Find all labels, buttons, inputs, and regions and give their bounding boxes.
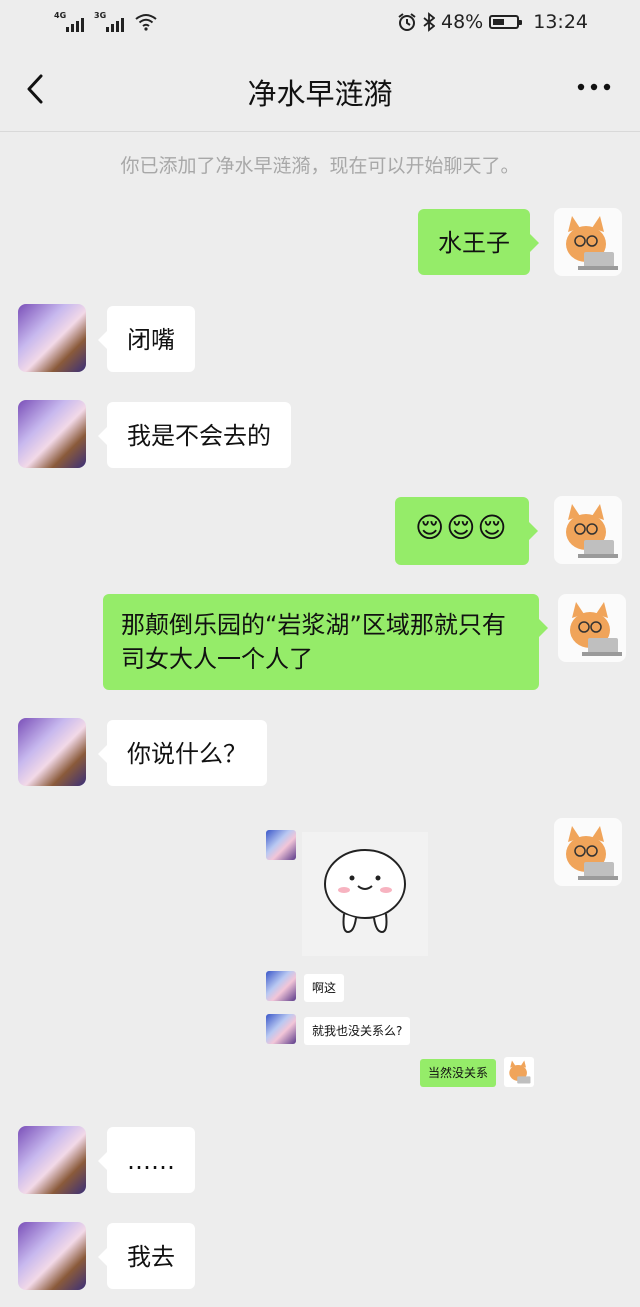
message-bubble-out[interactable]: 😌😌😌 bbox=[395, 497, 538, 565]
message-bubble-out[interactable]: 那颠倒乐园的“岩浆湖”区域那就只有司女大人一个人了 bbox=[103, 594, 548, 690]
message-text: 我去 bbox=[127, 1243, 175, 1271]
message-text: 水王子 bbox=[438, 229, 510, 257]
more-options-button[interactable] bbox=[576, 82, 612, 92]
system-message: 你已添加了净水早涟漪，现在可以开始聊天了。 bbox=[120, 155, 520, 177]
cat-laptop-icon bbox=[566, 216, 618, 270]
cat-laptop-icon bbox=[570, 602, 622, 656]
message-bubble-in[interactable]: 我是不会去的 bbox=[98, 402, 291, 468]
embedded-message-out: 当然没关系 bbox=[420, 1059, 497, 1087]
my-avatar[interactable] bbox=[554, 496, 622, 564]
message-text: …… bbox=[127, 1147, 175, 1175]
signal-4g-icon: 4G bbox=[54, 11, 84, 32]
cat-laptop-icon bbox=[566, 826, 618, 880]
message-bubble-in[interactable]: 你说什么？ bbox=[98, 720, 267, 786]
message-text: 我是不会去的 bbox=[127, 422, 271, 450]
status-bar-left: 4G 3G bbox=[54, 11, 158, 32]
cat-laptop-icon bbox=[566, 504, 618, 558]
embedded-avatar bbox=[266, 971, 296, 1001]
sticker-image bbox=[302, 832, 428, 956]
wifi-icon bbox=[135, 14, 157, 31]
message-text: 你说什么？ bbox=[127, 740, 247, 768]
my-avatar[interactable] bbox=[554, 208, 622, 276]
signal-3g-icon: 3G bbox=[94, 11, 124, 32]
message-text: 闭嘴 bbox=[127, 326, 175, 354]
clock: 13:24 bbox=[533, 11, 588, 33]
battery-percent: 48% bbox=[441, 11, 484, 33]
embedded-avatar bbox=[266, 830, 296, 860]
contact-avatar[interactable] bbox=[18, 304, 86, 372]
header-divider bbox=[0, 131, 640, 132]
embedded-avatar bbox=[504, 1057, 534, 1087]
status-bar-right: 48% 13:24 bbox=[397, 11, 588, 33]
bluetooth-icon bbox=[423, 12, 435, 32]
cat-laptop-icon bbox=[509, 1060, 531, 1084]
white-blob-sticker-icon bbox=[324, 849, 406, 934]
embedded-message-in: 就我也没关系么? bbox=[304, 1017, 411, 1045]
embedded-avatar bbox=[266, 1014, 296, 1044]
message-bubble-out[interactable]: 水王子 bbox=[418, 209, 539, 275]
my-avatar[interactable] bbox=[554, 818, 622, 886]
emoji-text: 😌😌😌 bbox=[415, 511, 509, 544]
contact-avatar[interactable] bbox=[18, 1222, 86, 1290]
message-bubble-in[interactable]: 闭嘴 bbox=[98, 306, 195, 372]
message-bubble-in[interactable]: …… bbox=[98, 1127, 195, 1193]
image-message[interactable]: 啊这 就我也没关系么? 当然没关系 bbox=[262, 826, 546, 1096]
message-bubble-in[interactable]: 我去 bbox=[98, 1223, 195, 1289]
contact-avatar[interactable] bbox=[18, 718, 86, 786]
battery-icon bbox=[489, 15, 523, 29]
chat-title: 净水早涟漪 bbox=[247, 77, 393, 111]
message-text: 那颠倒乐园的“岩浆湖”区域那就只有司女大人一个人了 bbox=[121, 611, 506, 673]
contact-avatar[interactable] bbox=[18, 1126, 86, 1194]
my-avatar[interactable] bbox=[558, 594, 626, 662]
alarm-icon bbox=[398, 13, 416, 31]
contact-avatar[interactable] bbox=[18, 400, 86, 468]
embedded-message-in: 啊这 bbox=[304, 974, 345, 1002]
